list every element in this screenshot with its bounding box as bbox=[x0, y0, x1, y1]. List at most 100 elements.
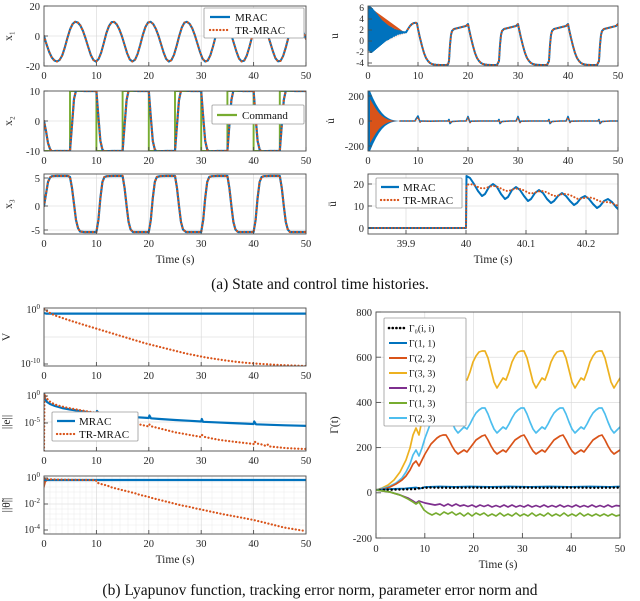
axis-label-time-theta: Time (s) bbox=[156, 554, 195, 566]
ytick-udot-0: 0 bbox=[359, 117, 364, 128]
series-theta-trmrac bbox=[44, 477, 306, 533]
panel-x2: 0 10 20 30 40 50 10 0 -10 x₂ Command bbox=[0, 85, 320, 175]
xtick-gamma-50: 50 bbox=[615, 544, 626, 555]
xtick-uddot-402: 40.2 bbox=[577, 239, 595, 250]
legend-enorm: MRAC TR-MRAC bbox=[51, 411, 139, 442]
ytick-x3-5: 5 bbox=[35, 174, 40, 185]
xtick-u-20: 20 bbox=[463, 71, 474, 82]
legend-label-g22: Γ(2, 2) bbox=[409, 354, 435, 365]
ytick-gamma-400: 400 bbox=[356, 398, 372, 409]
axis-label-time-x3: Time (s) bbox=[156, 254, 195, 266]
ytick-u-m2: -2 bbox=[356, 48, 364, 58]
panel-lyapunov: 0 10 20 30 40 50 100 10-10 V bbox=[0, 300, 320, 390]
xtick-x3-0: 0 bbox=[41, 239, 46, 250]
xtick-udot-20: 20 bbox=[463, 156, 474, 167]
xtick-gamma-0: 0 bbox=[373, 544, 378, 555]
panel-x1: 0 10 20 30 40 50 20 0 -20 x₁ MRAC TR-MRA… bbox=[0, 0, 320, 90]
xtick-gamma-20: 20 bbox=[468, 544, 479, 555]
ytick-udot-200: 200 bbox=[348, 92, 364, 103]
axis-label-x3: x₃ bbox=[3, 199, 15, 209]
xtick-e-30: 30 bbox=[196, 456, 207, 467]
xtick-u-0: 0 bbox=[365, 71, 370, 82]
legend-x2: Command bbox=[211, 104, 305, 125]
xtick-udot-50: 50 bbox=[613, 156, 624, 167]
panel-gamma: 0 10 20 30 40 50 800 600 400 200 0 -200 … bbox=[320, 300, 640, 580]
xtick-udot-30: 30 bbox=[513, 156, 524, 167]
xtick-theta-10: 10 bbox=[91, 539, 102, 550]
ytick-gamma-800: 800 bbox=[356, 308, 372, 319]
ytick-x3-m5: -5 bbox=[31, 226, 40, 237]
xtick-x3-10: 10 bbox=[91, 239, 102, 250]
legend-label-g23: Γ(2, 3) bbox=[409, 414, 435, 425]
xtick-e-10: 10 bbox=[91, 456, 102, 467]
ytick-x1-20: 20 bbox=[30, 2, 41, 13]
series-x3-mrac bbox=[44, 174, 306, 234]
xtick-u-40: 40 bbox=[563, 71, 574, 82]
xtick-x3-30: 30 bbox=[196, 239, 207, 250]
xtick-x1-30: 30 bbox=[196, 71, 207, 82]
xtick-uddot-399: 39.9 bbox=[397, 239, 415, 250]
ytick-theta-1em2: 10-2 bbox=[24, 497, 40, 510]
xtick-theta-0: 0 bbox=[41, 539, 46, 550]
xtick-udot-10: 10 bbox=[413, 156, 424, 167]
xtick-x1-10: 10 bbox=[91, 71, 102, 82]
series-udot-mrac bbox=[399, 115, 618, 125]
xtick-x3-40: 40 bbox=[248, 239, 259, 250]
ytick-V-1em10: 10-10 bbox=[21, 357, 41, 370]
xtick-x2-20: 20 bbox=[144, 156, 155, 167]
xtick-gamma-40: 40 bbox=[566, 544, 577, 555]
legend-label-g13: Γ(1, 3) bbox=[409, 399, 435, 410]
axis-label-uddot: ü bbox=[327, 201, 339, 207]
ytick-gamma-200: 200 bbox=[356, 443, 372, 454]
ytick-x1-0: 0 bbox=[35, 32, 40, 43]
legend-gamma: Γ₀(i, i) Γ(1, 1) Γ(2, 2) Γ(3, 3) Γ(1, 2)… bbox=[383, 317, 467, 427]
legend-label-mrac-e: MRAC bbox=[79, 416, 111, 428]
panel-uddot: 39.9 40 40.1 40.2 20 10 0 ü Time (s) MR… bbox=[320, 168, 640, 270]
series-V-trmrac bbox=[44, 308, 306, 366]
caption-subfigure-b: (b) Lyapunov function, tracking error no… bbox=[102, 582, 538, 599]
ytick-gamma-m200: -200 bbox=[353, 534, 372, 545]
xtick-udot-0: 0 bbox=[365, 156, 370, 167]
axis-label-time-gamma: Time (s) bbox=[479, 559, 518, 571]
ytick-u-m4: -4 bbox=[356, 59, 364, 69]
xtick-x2-0: 0 bbox=[41, 156, 46, 167]
ytick-u-4: 4 bbox=[359, 15, 364, 25]
legend-label-g12: Γ(1, 2) bbox=[409, 384, 435, 395]
xtick-e-0: 0 bbox=[41, 456, 46, 467]
xtick-x2-40: 40 bbox=[248, 156, 259, 167]
xtick-theta-50: 50 bbox=[301, 539, 312, 550]
xtick-u-30: 30 bbox=[513, 71, 524, 82]
axis-label-x1: x₁ bbox=[3, 31, 15, 41]
xtick-theta-20: 20 bbox=[144, 539, 155, 550]
ytick-gamma-600: 600 bbox=[356, 353, 372, 364]
legend-label-gamma0: Γ₀(i, i) bbox=[409, 324, 434, 335]
axis-label-x2: x₂ bbox=[3, 116, 15, 126]
series-gamma13 bbox=[376, 489, 620, 517]
ytick-udot-m200: -200 bbox=[345, 142, 364, 153]
xtick-e-40: 40 bbox=[248, 456, 259, 467]
legend-label-trmrac-e: TR-MRAC bbox=[79, 429, 129, 441]
legend-label-command: Command bbox=[242, 110, 288, 122]
xtick-uddot-401: 40.1 bbox=[517, 239, 535, 250]
legend-label-g11: Γ(1, 1) bbox=[409, 339, 435, 350]
ytick-u-0: 0 bbox=[359, 37, 364, 47]
ytick-x1-m20: -20 bbox=[26, 62, 40, 73]
xtick-x3-20: 20 bbox=[144, 239, 155, 250]
ytick-theta-1e0: 100 bbox=[27, 471, 41, 484]
panel-udot: 0 10 20 30 40 50 200 0 -200 u̇ bbox=[320, 85, 640, 175]
legend-x1: MRAC TR-MRAC bbox=[203, 7, 305, 39]
series-gamma22 bbox=[376, 434, 620, 491]
xtick-x3-50: 50 bbox=[301, 239, 312, 250]
panel-error-norm: 0 10 20 30 40 50 100 10-5 ||e|| MRAC TR-… bbox=[0, 385, 320, 475]
xtick-V-30: 30 bbox=[196, 371, 207, 382]
ytick-gamma-0: 0 bbox=[367, 488, 372, 499]
ytick-uddot-20: 20 bbox=[354, 180, 365, 191]
xtick-x2-30: 30 bbox=[196, 156, 207, 167]
xtick-e-20: 20 bbox=[144, 456, 155, 467]
ytick-u-6: 6 bbox=[359, 4, 364, 14]
panel-u: 0 10 20 30 40 50 6 4 2 0 -2 -4 u bbox=[320, 0, 640, 90]
series-x3-trmrac bbox=[44, 174, 306, 234]
ytick-u-2: 2 bbox=[359, 26, 364, 36]
xtick-e-50: 50 bbox=[301, 456, 312, 467]
xtick-V-10: 10 bbox=[91, 371, 102, 382]
